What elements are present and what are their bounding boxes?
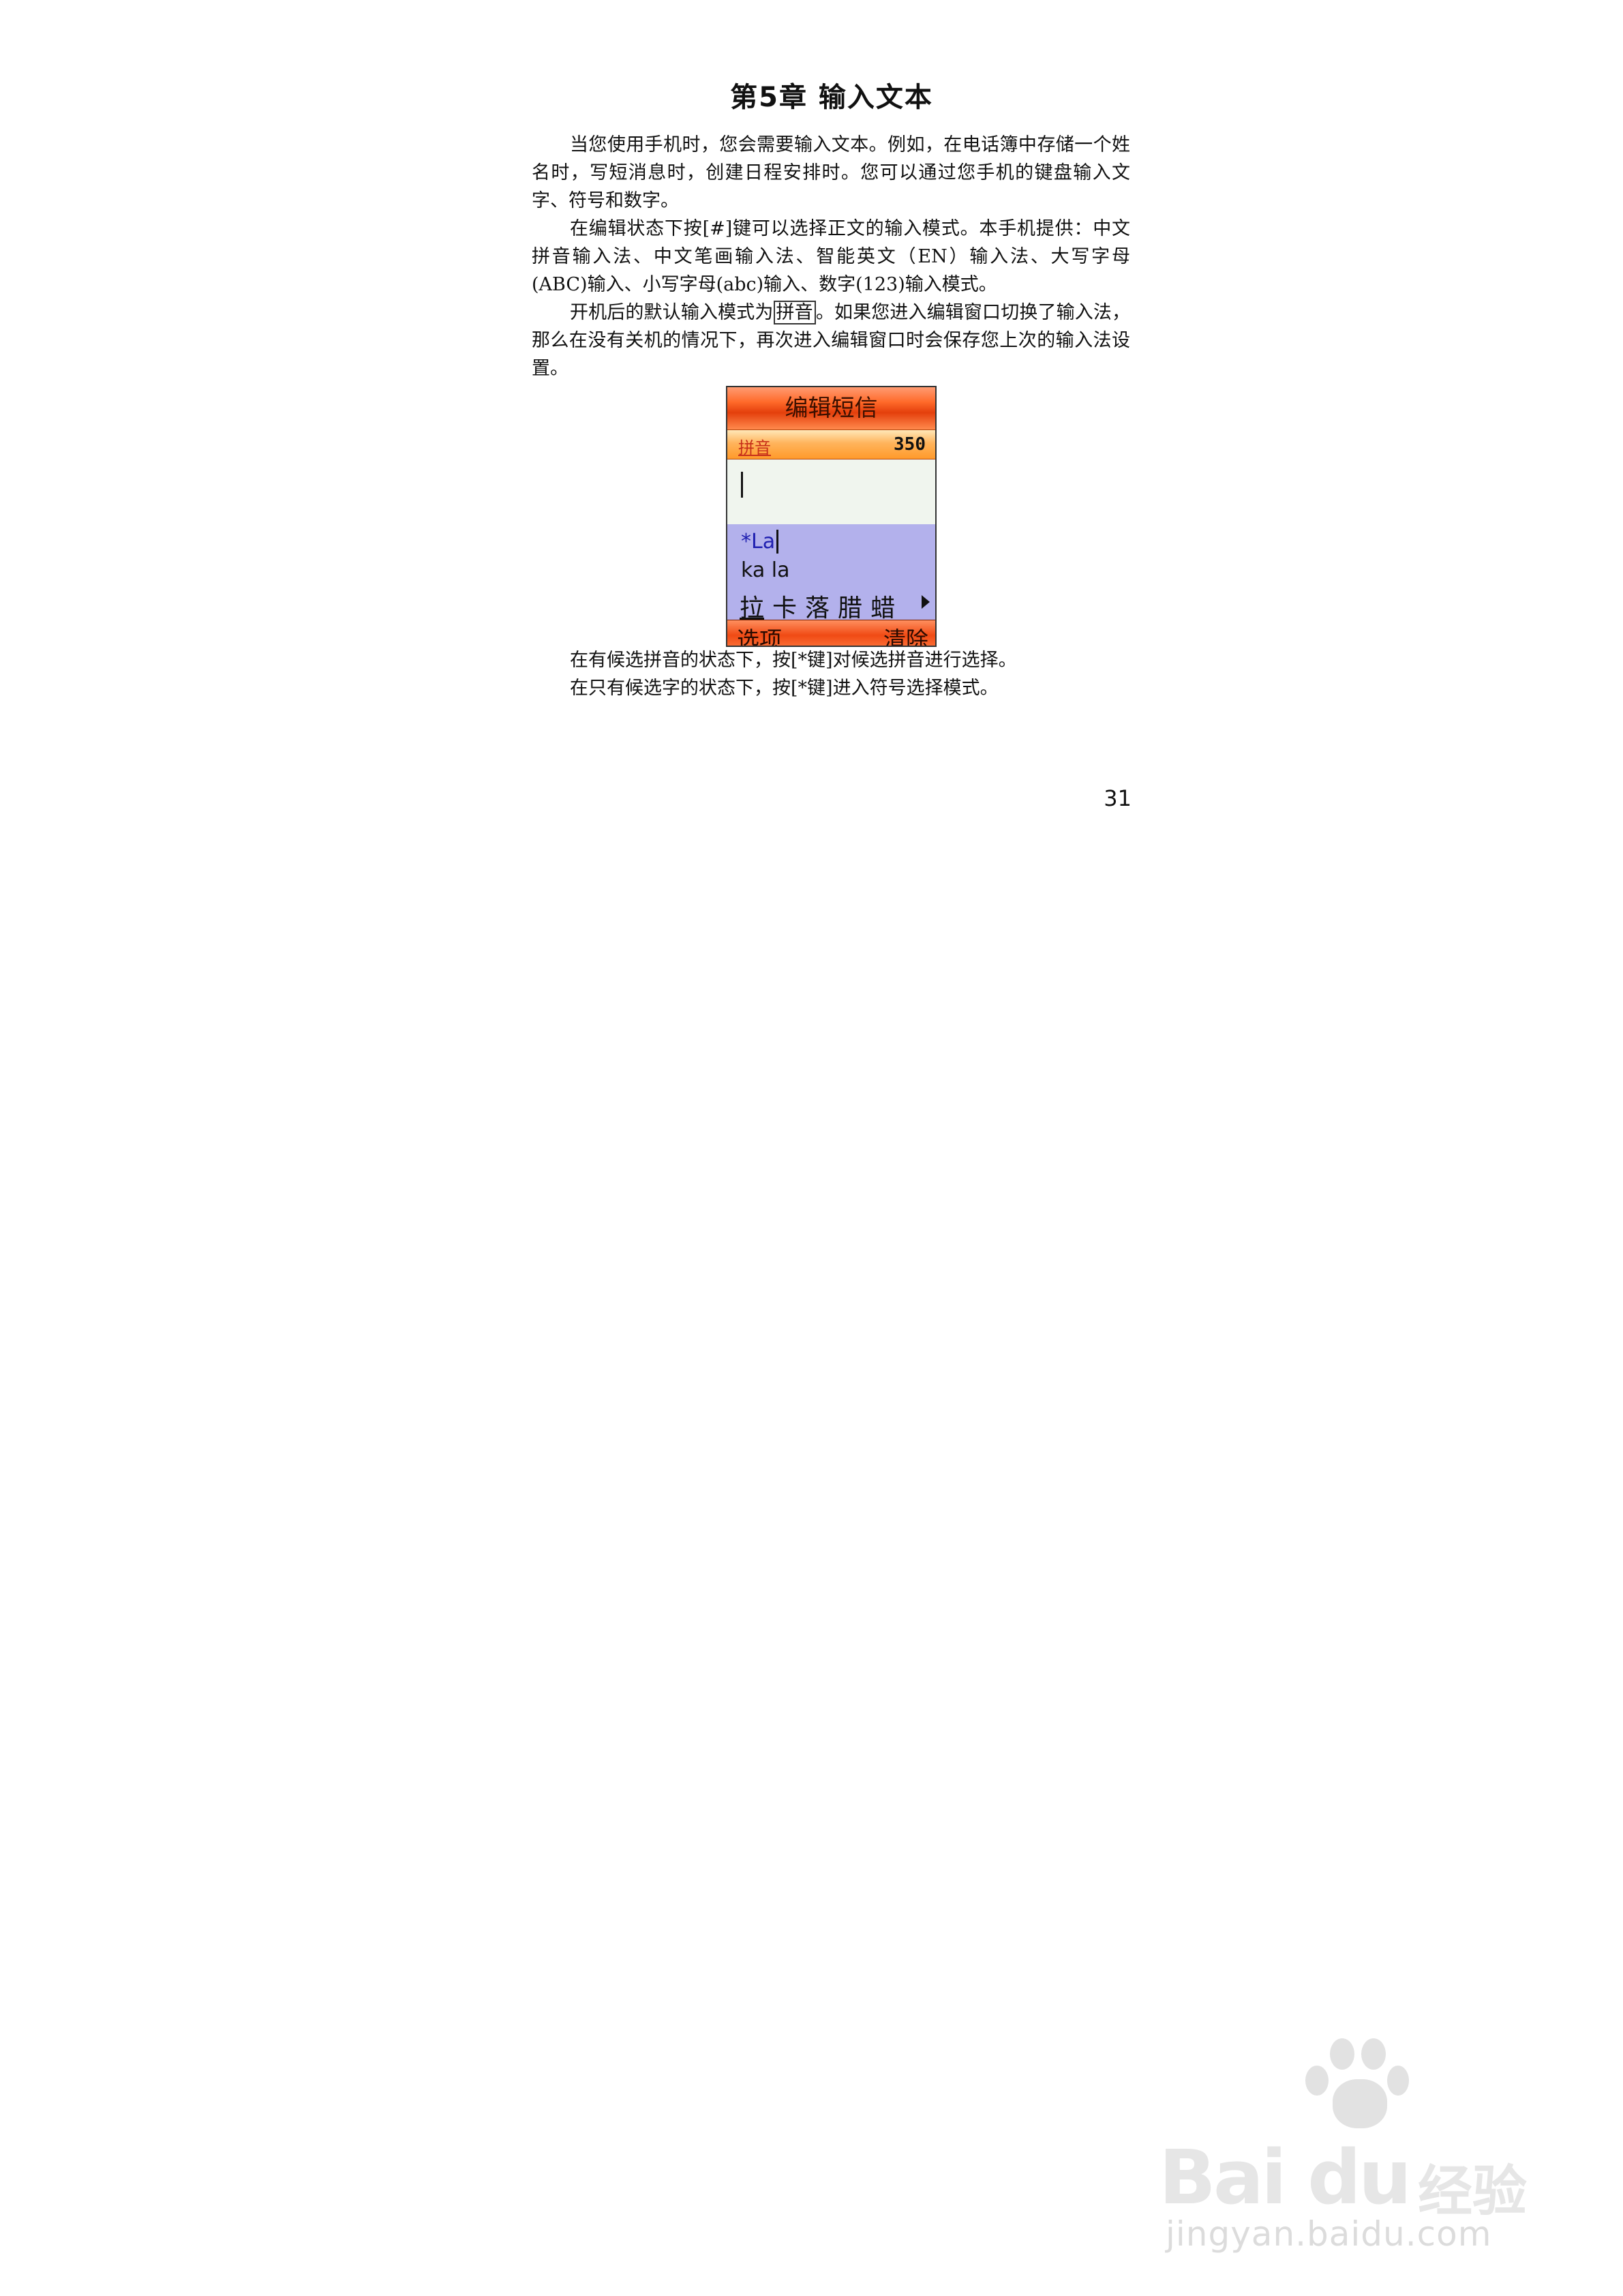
- paragraph-pinyin-select: 在有候选拼音的状态下，按[*键]对候选拼音进行选择。: [570, 650, 1017, 671]
- paragraph-symbol-mode: 在只有候选字的状态下，按[*键]进入符号选择模式。: [570, 678, 999, 699]
- clear-softkey[interactable]: 清除: [883, 622, 928, 646]
- phone-screenshot: 编辑短信 拼音 350 *La ka la 拉卡落腊蜡 选项 清除: [726, 386, 937, 647]
- baidu-jingyan-watermark: Bai du 经验 jingyan.baidu.com: [1159, 2038, 1595, 2256]
- candidate-char[interactable]: 腊: [838, 594, 862, 622]
- phone-screen-title: 编辑短信: [727, 387, 935, 429]
- candidate-char[interactable]: 落: [805, 594, 830, 622]
- candidate-char[interactable]: 蜡: [870, 594, 895, 622]
- watermark-url: jingyan.baidu.com: [1166, 2214, 1492, 2254]
- arrow-right-icon[interactable]: [922, 595, 930, 609]
- candidate-char[interactable]: 拉: [740, 594, 764, 622]
- body-text-after: 在有候选拼音的状态下，按[*键]对候选拼音进行选择。 在只有候选字的状态下，按[…: [532, 646, 1130, 702]
- paragraph-input-modes: 在编辑状态下按[#]键可以选择正文的输入模式。本手机提供：中文拼音输入法、中文笔…: [532, 218, 1130, 295]
- page-number: 31: [1104, 785, 1132, 811]
- text-cursor: [741, 472, 743, 498]
- input-mode-label: 拼音: [738, 438, 771, 457]
- paragraph-intro: 当您使用手机时，您会需要输入文本。例如，在电话簿中存储一个姓名时，写短消息时，创…: [532, 134, 1130, 211]
- pinyin-candidates[interactable]: ka la: [741, 558, 789, 582]
- phone-status-bar: 拼音 350: [727, 429, 935, 459]
- body-text: 当您使用手机时，您会需要输入文本。例如，在电话簿中存储一个姓名时，写短消息时，创…: [532, 131, 1130, 382]
- character-count: 350: [894, 434, 926, 455]
- options-softkey[interactable]: 选项: [737, 622, 782, 646]
- default-mode-text-before: 开机后的默认输入模式为: [570, 302, 774, 323]
- watermark-brand: Bai du: [1159, 2134, 1412, 2221]
- candidate-char[interactable]: 卡: [772, 594, 797, 622]
- chapter-title: 第5章 输入文本: [730, 82, 933, 113]
- pinyin-input: *La: [741, 530, 779, 554]
- paragraph-default-mode: 开机后的默认输入模式为 拼音 。如果您进入编辑窗口切换了输入法，那么在没有关机的情况…: [532, 299, 1130, 382]
- softkey-bar: 选项 清除: [727, 620, 935, 646]
- candidate-panel: *La ka la 拉卡落腊蜡: [727, 524, 935, 622]
- default-mode-boxed: 拼音: [773, 301, 816, 324]
- paw-logo-icon: [1305, 2038, 1409, 2134]
- character-candidates: 拉卡落腊蜡: [740, 588, 903, 624]
- message-compose-area[interactable]: [727, 459, 935, 524]
